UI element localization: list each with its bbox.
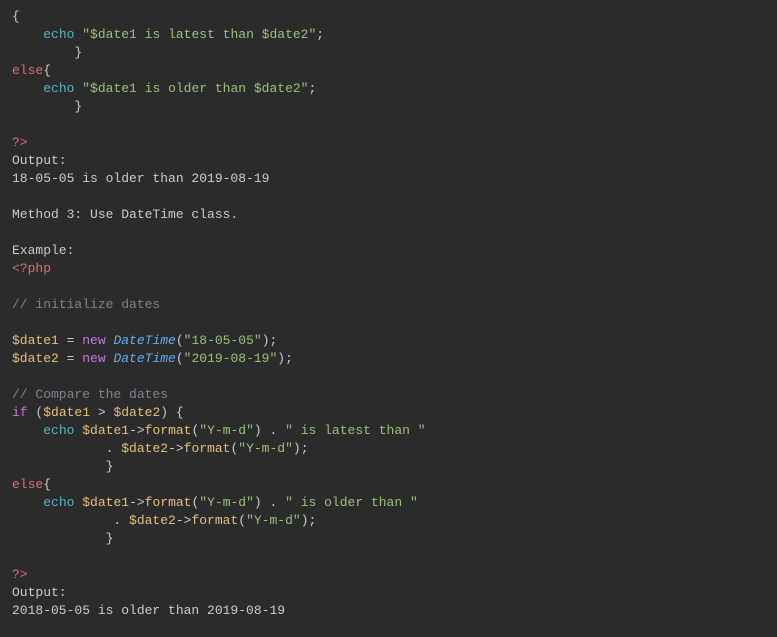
line: }	[12, 99, 82, 114]
line: $date2 = new DateTime("2019-08-19");	[12, 351, 293, 366]
line: Output:	[12, 585, 67, 600]
line: echo "$date1 is older than $date2";	[12, 81, 316, 96]
line: . $date2->format("Y-m-d");	[12, 441, 309, 456]
line: 2018-05-05 is older than 2019-08-19	[12, 603, 285, 618]
line: echo "$date1 is latest than $date2";	[12, 27, 324, 42]
line: // Compare the dates	[12, 387, 168, 402]
line: }	[12, 459, 113, 474]
line: Method 3: Use DateTime class.	[12, 207, 238, 222]
line: Output:	[12, 153, 67, 168]
line: ?>	[12, 567, 28, 582]
line: <?php	[12, 261, 51, 276]
line: // initialize dates	[12, 297, 160, 312]
line: echo $date1->format("Y-m-d") . " is olde…	[12, 495, 418, 510]
line: 18-05-05 is older than 2019-08-19	[12, 171, 269, 186]
line: Example:	[12, 243, 74, 258]
line: }	[12, 45, 82, 60]
line: {	[12, 9, 20, 24]
line: if ($date1 > $date2) {	[12, 405, 184, 420]
line: else{	[12, 63, 51, 78]
code-block: { echo "$date1 is latest than $date2"; }…	[0, 0, 777, 628]
line: ?>	[12, 135, 28, 150]
line: . $date2->format("Y-m-d");	[12, 513, 316, 528]
line: else{	[12, 477, 51, 492]
line: $date1 = new DateTime("18-05-05");	[12, 333, 277, 348]
line: echo $date1->format("Y-m-d") . " is late…	[12, 423, 426, 438]
line: }	[12, 531, 113, 546]
